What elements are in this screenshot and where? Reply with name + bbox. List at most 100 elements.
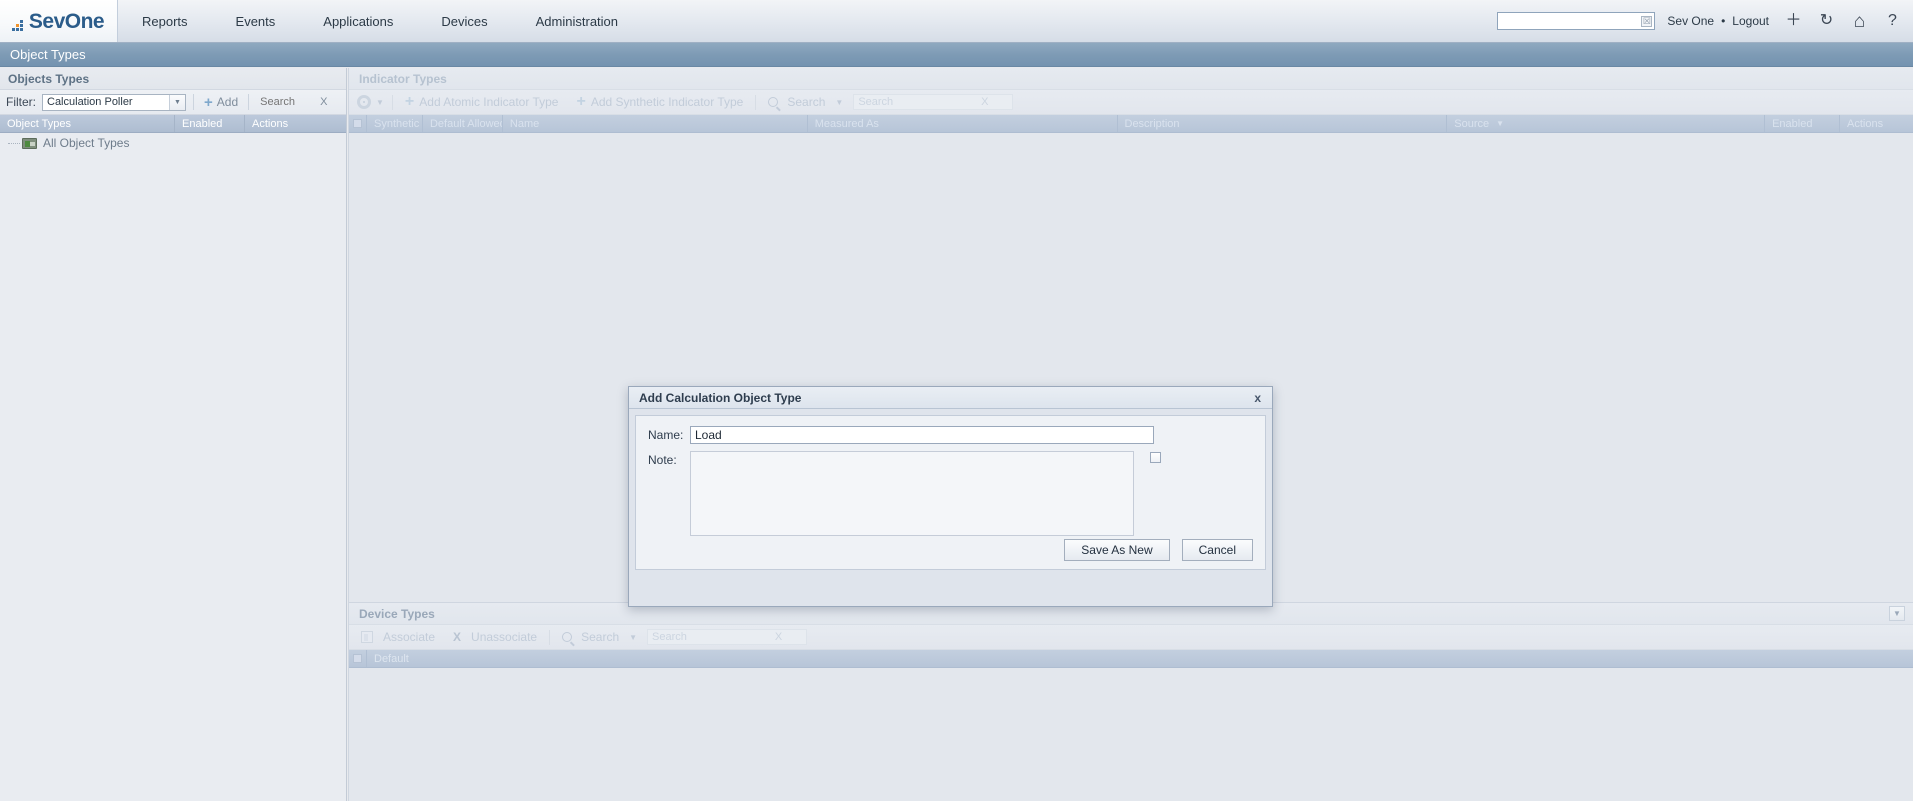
cancel-button[interactable]: Cancel [1181,539,1253,561]
unassociate-label: Unassociate [471,630,538,644]
name-field-row: Name: [636,426,1265,444]
column-default[interactable]: Default [367,650,1913,667]
brand-name: SevOne [28,9,105,33]
device-types-search-input[interactable]: Search X [647,629,808,645]
checkbox-icon[interactable] [352,119,362,128]
checkbox-icon[interactable] [353,654,362,663]
device-search-placeholder: Search [652,631,687,643]
device-search-dropdown[interactable]: Search ▼ [558,630,641,644]
objects-types-panel: Objects Types Filter: Calculation Poller… [0,68,347,801]
indicator-types-toolbar: ▼ + Add Atomic Indicator Type + Add Synt… [349,90,1913,115]
associate-label: Associate [383,630,436,644]
resize-handle-icon[interactable] [1150,452,1161,463]
nav-item-events[interactable]: Events [212,0,300,42]
add-object-type-label: Add [216,95,239,109]
chevron-down-icon[interactable]: ▼ [629,633,637,642]
sort-descending-icon: ▼ [1496,119,1505,128]
toolbar-divider-2 [248,94,250,110]
column-actions[interactable]: Actions [245,115,297,132]
search-icon [768,97,779,107]
column-synthetic[interactable]: Synthetic [367,115,423,132]
global-search[interactable]: ☒ [1497,12,1656,30]
column-actions[interactable]: Actions [1840,115,1913,132]
device-types-panel: Device Types ▼ Associate X Unassociate S… [348,602,1913,801]
indicator-types-search-input[interactable]: Search X [853,94,1014,110]
close-icon: X [453,630,462,644]
nav-right-controls: ☒ Sev One • Logout ＋ ↻ ⌂ ? [1497,0,1913,42]
plus-icon: + [576,93,586,110]
indicator-types-panel-title: Indicator Types [349,68,1913,90]
column-object-types[interactable]: Object Types [0,115,175,132]
tree-item-all-object-types[interactable]: All Object Types [0,133,346,153]
objects-types-panel-title: Objects Types [0,68,346,90]
device-types-grid-header: Default [349,650,1913,668]
help-icon[interactable]: ? [1884,11,1901,31]
column-source-label: Source [1454,117,1490,130]
add-synthetic-indicator-type-button[interactable]: + Add Synthetic Indicator Type [572,94,747,110]
column-default-allowed[interactable]: Default Allowed [423,115,503,132]
collapse-panel-button[interactable]: ▼ [1889,606,1905,621]
global-search-clear-icon[interactable]: ☒ [1641,15,1653,27]
chevron-down-icon[interactable]: ▼ [169,94,185,110]
column-select-all[interactable] [349,115,367,132]
main-menu: Reports Events Applications Devices Admi… [118,0,642,42]
objects-types-search[interactable]: X [258,93,332,111]
add-synthetic-label: Add Synthetic Indicator Type [590,95,744,109]
note-input[interactable] [690,451,1134,536]
associate-icon [361,631,373,643]
device-search-label: Search [581,630,620,644]
indicator-search-placeholder: Search [858,96,894,108]
tree-item-label: All Object Types [43,136,130,150]
device-types-panel-title: Device Types [359,606,435,621]
nav-item-applications[interactable]: Applications [299,0,417,42]
indicator-search-dropdown[interactable]: Search ▼ [764,95,847,109]
dialog-footer: Save As New Cancel [636,531,1265,569]
add-icon[interactable]: ＋ [1785,11,1802,31]
dialog-title: Add Calculation Object Type [639,390,802,405]
sevone-logo[interactable]: SevOne [0,0,118,42]
unassociate-button[interactable]: X Unassociate [449,630,541,644]
filter-select-value: Calculation Poller [47,96,133,108]
note-field-row: Note: [636,451,1265,536]
indicator-search-label: Search [787,95,826,109]
indicator-types-grid-header: Synthetic Default Allowed Name Measured … [349,115,1913,133]
refresh-icon[interactable]: ↻ [1818,11,1835,31]
column-enabled[interactable]: Enabled [175,115,245,132]
add-object-type-button[interactable]: + Add [201,95,241,110]
global-search-input[interactable] [1502,14,1642,28]
current-user-label[interactable]: Sev One [1667,14,1714,28]
chevron-down-icon[interactable]: ▼ [376,98,384,107]
add-atomic-label: Add Atomic Indicator Type [419,95,559,109]
associate-button[interactable]: Associate [357,630,439,644]
column-description[interactable]: Description [1118,115,1448,132]
logout-link[interactable]: Logout [1732,14,1769,28]
nav-item-devices[interactable]: Devices [417,0,511,42]
gear-icon[interactable] [357,95,371,109]
device-search-clear-icon[interactable]: X [775,631,782,643]
top-navigation-bar: SevOne Reports Events Applications Devic… [0,0,1913,43]
objects-types-search-input[interactable] [258,93,316,111]
objects-types-search-clear-icon[interactable]: X [315,96,332,108]
search-icon [562,632,573,642]
dialog-title-bar: Add Calculation Object Type x [629,387,1272,409]
toolbar-divider-2 [755,94,757,110]
close-icon[interactable]: x [1251,392,1264,404]
logo-dots-icon [12,20,26,31]
home-icon[interactable]: ⌂ [1851,11,1868,31]
column-name[interactable]: Name [503,115,808,132]
filter-select[interactable]: Calculation Poller ▼ [42,93,186,111]
column-select-all[interactable] [349,650,367,667]
column-source[interactable]: Source ▼ [1447,115,1766,132]
objects-types-tree: All Object Types [0,133,346,153]
nav-item-administration[interactable]: Administration [512,0,642,42]
indicator-search-clear-icon[interactable]: X [981,96,988,108]
nav-item-reports[interactable]: Reports [118,0,212,42]
toolbar-divider [391,94,393,110]
chevron-down-icon[interactable]: ▼ [835,98,843,107]
save-as-new-button[interactable]: Save As New [1064,539,1170,561]
add-atomic-indicator-type-button[interactable]: + Add Atomic Indicator Type [401,94,563,110]
column-enabled[interactable]: Enabled [1765,115,1841,132]
column-measured-as[interactable]: Measured As [808,115,1118,132]
name-input[interactable] [690,426,1154,444]
name-label: Name: [648,428,684,442]
